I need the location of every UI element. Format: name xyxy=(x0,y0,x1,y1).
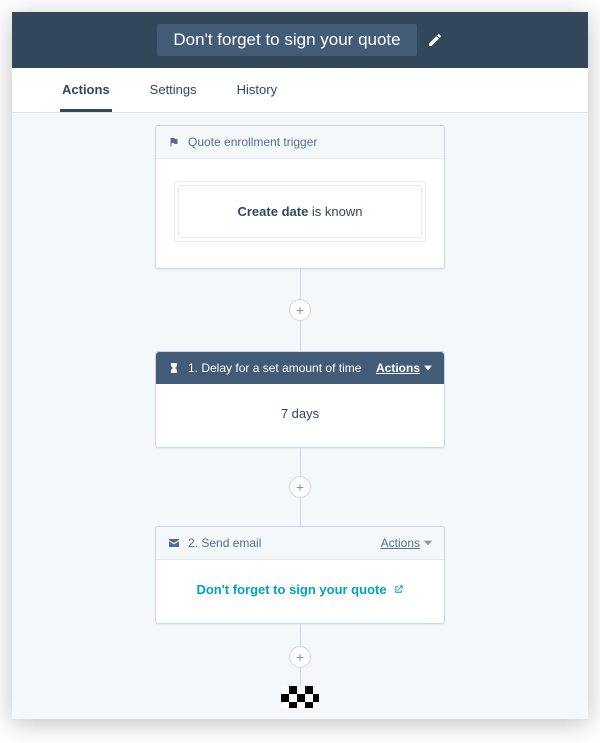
email-card[interactable]: 2. Send email Actions Don't forget to si… xyxy=(155,526,445,624)
tab-settings-label: Settings xyxy=(150,82,197,97)
tab-history[interactable]: History xyxy=(235,68,279,112)
connector-line xyxy=(300,498,301,526)
connector-line xyxy=(300,624,301,646)
connector-line xyxy=(300,668,301,686)
connector-line xyxy=(300,448,301,476)
envelope-icon xyxy=(168,537,180,549)
connector-3: + xyxy=(289,624,311,686)
email-actions-menu[interactable]: Actions xyxy=(381,536,432,550)
workflow-end-marker xyxy=(281,686,319,708)
email-card-header: 2. Send email Actions xyxy=(156,527,444,560)
trigger-card-body: Create date is known xyxy=(156,159,444,268)
email-actions-label: Actions xyxy=(381,536,420,550)
add-step-button-2[interactable]: + xyxy=(289,476,311,498)
delay-card-header: 1. Delay for a set amount of time Action… xyxy=(156,352,444,384)
delay-card-body: 7 days xyxy=(156,384,444,447)
email-template-link[interactable]: Don't forget to sign your quote xyxy=(196,582,403,597)
top-bar: Don't forget to sign your quote xyxy=(12,12,588,68)
delay-header-text: 1. Delay for a set amount of time xyxy=(188,361,361,375)
workflow-title[interactable]: Don't forget to sign your quote xyxy=(157,24,416,56)
trigger-card[interactable]: Quote enrollment trigger Create date is … xyxy=(155,125,445,269)
delay-duration: 7 days xyxy=(281,406,319,421)
email-card-body: Don't forget to sign your quote xyxy=(156,560,444,623)
hourglass-icon xyxy=(168,362,180,374)
connector-line xyxy=(300,321,301,351)
workflow-canvas[interactable]: Quote enrollment trigger Create date is … xyxy=(12,113,588,719)
trigger-condition-state: is known xyxy=(312,204,363,219)
flag-icon xyxy=(168,136,180,148)
email-header-text: 2. Send email xyxy=(188,536,261,550)
caret-down-icon xyxy=(424,539,432,547)
delay-actions-label: Actions xyxy=(376,361,420,375)
tab-actions[interactable]: Actions xyxy=(60,68,112,112)
add-step-button-3[interactable]: + xyxy=(289,646,311,668)
connector-line xyxy=(300,269,301,299)
tabs-bar: Actions Settings History xyxy=(12,68,588,113)
workflow-title-text: Don't forget to sign your quote xyxy=(173,30,400,50)
trigger-condition-property: Create date xyxy=(237,204,308,219)
delay-card[interactable]: 1. Delay for a set amount of time Action… xyxy=(155,351,445,448)
trigger-card-header: Quote enrollment trigger xyxy=(156,126,444,159)
email-template-name: Don't forget to sign your quote xyxy=(196,582,386,597)
external-link-icon xyxy=(393,584,404,595)
trigger-header-text: Quote enrollment trigger xyxy=(188,135,317,149)
tab-settings[interactable]: Settings xyxy=(148,68,199,112)
tab-actions-label: Actions xyxy=(62,82,110,97)
add-step-button-1[interactable]: + xyxy=(289,299,311,321)
edit-title-icon[interactable] xyxy=(427,32,443,48)
trigger-condition[interactable]: Create date is known xyxy=(178,185,422,238)
trigger-condition-container: Create date is known xyxy=(174,181,426,242)
connector-2: + xyxy=(289,448,311,526)
delay-actions-menu[interactable]: Actions xyxy=(376,361,432,375)
caret-down-icon xyxy=(424,364,432,372)
connector-1: + xyxy=(289,269,311,351)
tab-history-label: History xyxy=(237,82,277,97)
